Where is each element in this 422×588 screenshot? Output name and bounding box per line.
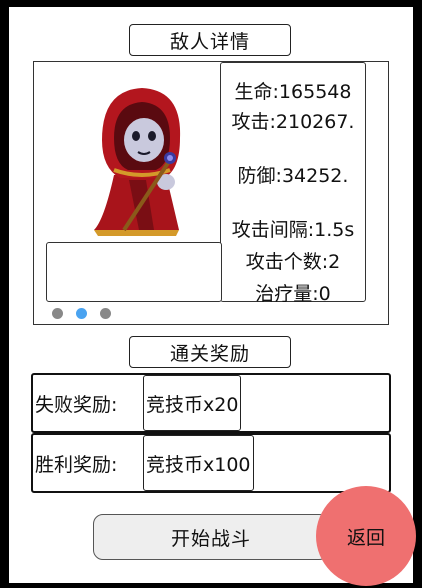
enemy-detail-title: 敌人详情 [129, 24, 291, 56]
enemy-description-box [46, 242, 222, 302]
enemy-detail-panel: 敌人详情 生命:165548 攻击:210267. 防御:34252. 攻击间隔… [9, 7, 416, 586]
enemy-card: 生命:165548 攻击:210267. 防御:34252. 攻击间隔:1.5s… [33, 61, 389, 325]
enemy-stats-panel: 生命:165548 攻击:210267. 防御:34252. 攻击间隔:1.5s… [220, 62, 366, 305]
start-battle-button[interactable]: 开始战斗 [93, 514, 329, 560]
stat-hp: 生命:165548 [234, 81, 352, 103]
failure-reward-label: 失败奖励: [35, 393, 118, 416]
victory-reward-item: 竞技币x100 [143, 435, 254, 491]
reward-section-title: 通关奖励 [129, 336, 291, 368]
page-dot-2[interactable] [76, 308, 87, 319]
stat-attack: 攻击:210267. [231, 111, 355, 133]
page-indicator [52, 308, 111, 319]
stat-attack-targets: 攻击个数:2 [245, 251, 341, 273]
page-dot-1[interactable] [52, 308, 63, 319]
page-dot-3[interactable] [100, 308, 111, 319]
failure-reward-item: 竞技币x20 [143, 375, 242, 431]
stat-defense: 防御:34252. [237, 165, 349, 187]
failure-reward-row: 失败奖励: 竞技币x20 [31, 373, 391, 433]
stat-attack-interval: 攻击间隔:1.5s [231, 219, 355, 241]
stat-heal: 治疗量:0 [255, 283, 331, 305]
victory-reward-row: 胜利奖励: 竞技币x100 [31, 433, 391, 493]
victory-reward-label: 胜利奖励: [35, 453, 118, 476]
back-button[interactable]: 返回 [316, 486, 416, 586]
hooded-mage-icon [94, 88, 181, 236]
